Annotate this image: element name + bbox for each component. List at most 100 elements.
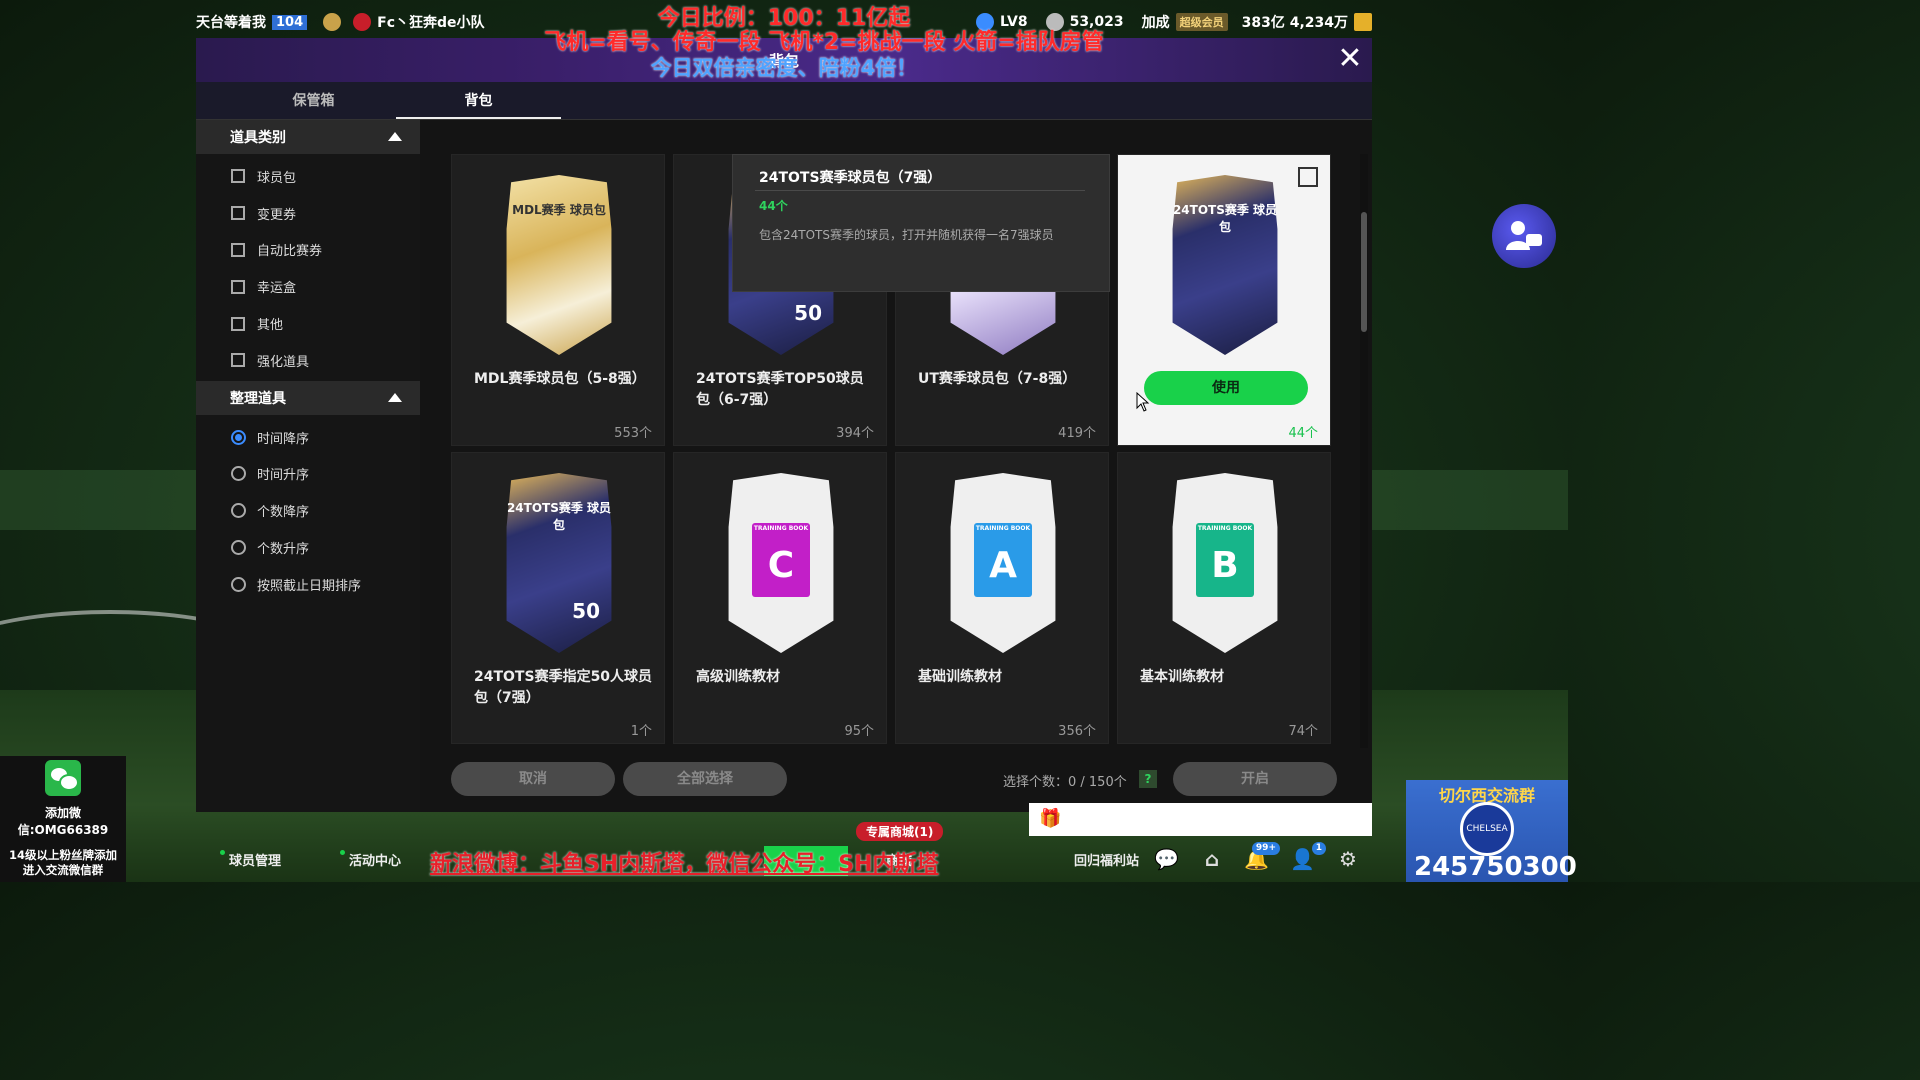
book-art: TRAINING BOOK A (946, 473, 1060, 653)
level-icon (976, 13, 994, 31)
checkbox[interactable] (231, 353, 245, 368)
bell-icon[interactable]: 🔔 99+ (1244, 842, 1280, 870)
checkbox[interactable] (231, 169, 245, 184)
tooltip-description: 包含24TOTS赛季的球员，打开并随机获得一名7强球员 (759, 228, 1054, 242)
sort-section-header[interactable]: 整理道具 (196, 380, 420, 415)
category-lucky-box[interactable]: 幸运盒 (196, 268, 420, 305)
friends-float-button[interactable] (1492, 204, 1556, 268)
action-footer: 取消 全部选择 选择个数：0 / 150个 ? 开启 (451, 762, 1337, 798)
category-change-ticket[interactable]: 变更券 (196, 195, 420, 232)
option-label: 其他 (257, 318, 284, 334)
nav-activity-center[interactable]: 活动中心 (340, 850, 401, 869)
item-count: 44个 (1288, 426, 1318, 441)
book-art: TRAINING BOOK C (724, 473, 838, 653)
exclusive-shop-tag[interactable]: 专属商城(1) (856, 822, 944, 841)
collapse-arrow-icon[interactable] (388, 132, 402, 141)
club-group-panel: 切尔西交流群 CHELSEA 245750300 (1406, 780, 1577, 882)
item-card[interactable]: 24TOTS赛季 球员包 50 24TOTS赛季指定50人球员包（7强） 1个 (451, 452, 665, 744)
pack-art-label: 24TOTS赛季 球员包 (506, 501, 612, 532)
radio-button[interactable] (231, 466, 246, 482)
radio-button[interactable] (231, 429, 246, 445)
friends-icon[interactable]: 👤 1 (1290, 842, 1326, 870)
coins-icon (1354, 13, 1372, 31)
book-letter: C (767, 545, 795, 586)
scrollbar-thumb[interactable] (1361, 212, 1367, 332)
option-label: 时间升序 (257, 468, 310, 484)
tab-storage[interactable]: 保管箱 (231, 82, 396, 119)
settings-gear-icon[interactable]: ⚙ (1336, 848, 1360, 870)
book-label: TRAINING BOOK (1197, 525, 1253, 532)
tooltip-count: 44个 (759, 199, 788, 213)
sort-time-asc[interactable]: 时间升序 (196, 456, 420, 493)
item-card[interactable]: TRAINING BOOK A 基础训练教材 356个 (895, 452, 1109, 744)
coins-value: 383亿 4,234万 (1241, 15, 1348, 31)
checkbox[interactable] (231, 279, 245, 294)
pack-art-label: MDL赛季 球员包 (512, 203, 606, 217)
chat-icon[interactable]: 💬 (1154, 848, 1179, 870)
item-count: 394个 (836, 426, 874, 441)
radio-button[interactable] (231, 576, 246, 592)
grid-scrollbar[interactable] (1360, 154, 1368, 748)
item-name: 基础训练教材 (918, 669, 1002, 685)
help-icon[interactable]: ? (1139, 770, 1157, 788)
notification-badge: 99+ (1251, 842, 1280, 855)
nav-welfare[interactable]: 回归福利站 (1074, 850, 1139, 869)
option-label: 自动比赛券 (257, 244, 323, 260)
category-player-pack[interactable]: 球员包 (196, 158, 420, 195)
bottom-promo-text: 新浪微博：斗鱼SH内斯塔，微信公众号：SH内斯塔 (430, 852, 939, 877)
item-count: 356个 (1058, 724, 1096, 739)
select-all-button[interactable]: 全部选择 (623, 762, 787, 796)
option-label: 个数降序 (257, 505, 310, 521)
checkbox[interactable] (231, 206, 245, 221)
vip-badge: 超级会员 (1175, 13, 1228, 31)
tab-bag[interactable]: 背包 (396, 82, 561, 119)
category-enhance-item[interactable]: 强化道具 (196, 342, 420, 379)
book-letter: B (1211, 545, 1239, 586)
wechat-note-2: 进入交流微信群 (22, 863, 104, 877)
tooltip-title: 24TOTS赛季球员包（7强） (759, 170, 942, 186)
gift-icon[interactable]: 🎁 (1039, 808, 1061, 829)
use-button[interactable]: 使用 (1144, 371, 1308, 405)
option-label: 变更券 (257, 207, 297, 223)
club-crest-icon (353, 13, 372, 31)
home-icon[interactable]: ⌂ (1200, 848, 1224, 870)
points-value: 53,023 (1069, 14, 1124, 30)
category-auto-match-ticket[interactable]: 自动比赛券 (196, 232, 420, 269)
pack-art-number: 50 (572, 599, 600, 623)
collapse-arrow-icon[interactable] (388, 392, 402, 402)
nav-player-manage[interactable]: 球员管理 (220, 850, 281, 869)
sort-count-desc[interactable]: 个数降序 (196, 492, 420, 529)
gift-bar[interactable]: 🎁 (1029, 803, 1372, 836)
pack-art: MDL赛季 球员包 (502, 175, 616, 355)
option-label: 时间降序 (257, 431, 310, 447)
item-card[interactable]: MDL赛季 球员包 MDL赛季球员包（5-8强） 553个 (451, 154, 665, 446)
selected-count: 选择个数：0 / 150个 (1003, 775, 1127, 790)
cancel-button[interactable]: 取消 (451, 762, 615, 796)
book-label: TRAINING BOOK (975, 525, 1031, 532)
item-card[interactable]: TRAINING BOOK B 基本训练教材 74个 (1117, 452, 1331, 744)
radio-button[interactable] (231, 540, 246, 556)
user-chat-icon (1506, 221, 1542, 250)
category-section-header[interactable]: 道具类别 (196, 120, 420, 154)
open-button[interactable]: 开启 (1173, 762, 1337, 796)
radio-button[interactable] (231, 503, 246, 519)
checkbox[interactable] (231, 316, 245, 331)
checkbox[interactable] (231, 242, 245, 257)
category-other[interactable]: 其他 (196, 305, 420, 342)
option-label: 强化道具 (257, 354, 310, 370)
category-section-title: 道具类别 (230, 130, 286, 146)
sort-expiry[interactable]: 按照截止日期排序 (196, 566, 420, 603)
option-label: 个数升序 (257, 542, 310, 558)
select-checkbox[interactable] (1298, 167, 1318, 187)
book-art: TRAINING BOOK B (1168, 473, 1282, 653)
sort-count-asc[interactable]: 个数升序 (196, 529, 420, 566)
friend-badge: 1 (1311, 842, 1326, 855)
bag-window: 背包 ✕ 保管箱 背包 道具类别 球员包 变更券 自动比赛券 幸运盒 其他 强化… (196, 38, 1372, 812)
sort-time-desc[interactable]: 时间降序 (196, 419, 420, 456)
sort-section-title: 整理道具 (230, 390, 286, 407)
item-card[interactable]: TRAINING BOOK C 高级训练教材 95个 (673, 452, 887, 744)
wechat-id: 添加微信:OMG66389 (17, 806, 109, 837)
pack-art: 24TOTS赛季 球员包 (1168, 175, 1282, 355)
close-icon[interactable]: ✕ (1336, 44, 1364, 74)
item-name: 基本训练教材 (1140, 669, 1224, 685)
